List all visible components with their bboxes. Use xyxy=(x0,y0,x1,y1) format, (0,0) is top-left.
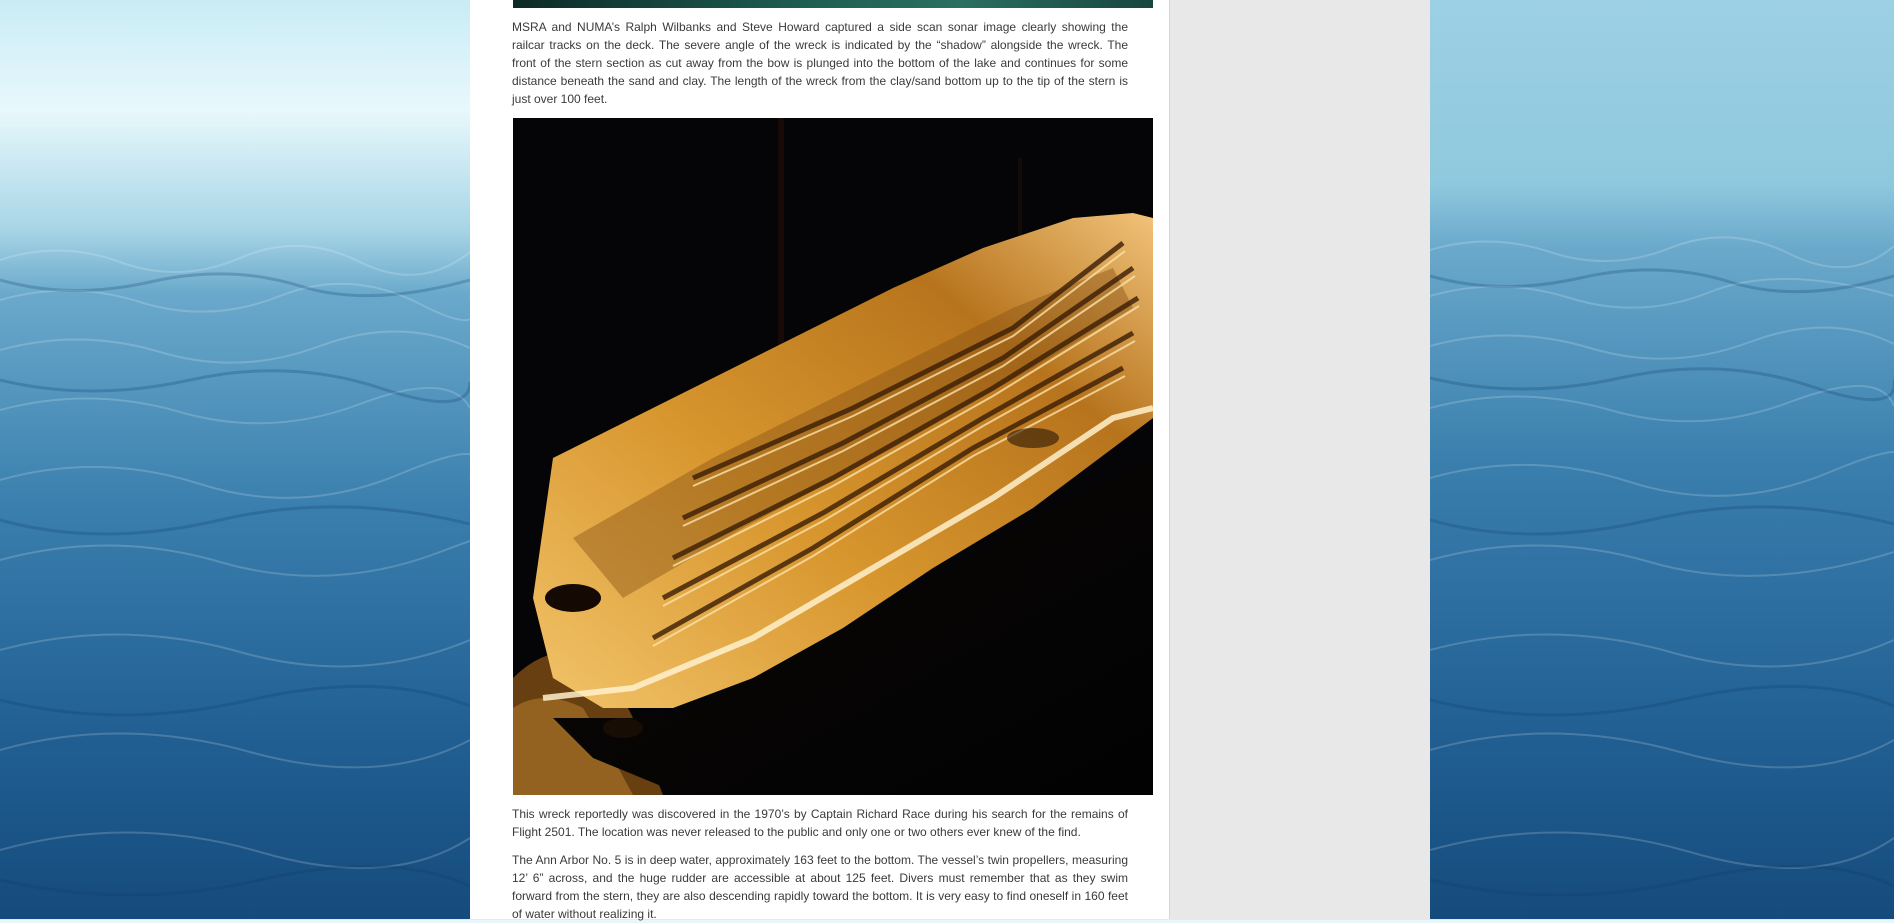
article-paragraph-sonar-capture: MSRA and NUMA’s Ralph Wilbanks and Steve… xyxy=(512,20,1128,106)
article-content: MSRA and NUMA’s Ralph Wilbanks and Steve… xyxy=(470,0,1169,921)
header-image xyxy=(513,0,1153,8)
page-column: MSRA and NUMA’s Ralph Wilbanks and Steve… xyxy=(470,0,1430,921)
article-paragraph-discovery: This wreck reportedly was discovered in … xyxy=(512,807,1128,839)
ocean-background-left xyxy=(0,0,470,919)
ocean-background-right xyxy=(1430,0,1894,919)
sonar-image[interactable] xyxy=(513,118,1153,795)
sidebar xyxy=(1170,0,1430,919)
article-paragraph-depth: The Ann Arbor No. 5 is in deep water, ap… xyxy=(512,853,1128,921)
